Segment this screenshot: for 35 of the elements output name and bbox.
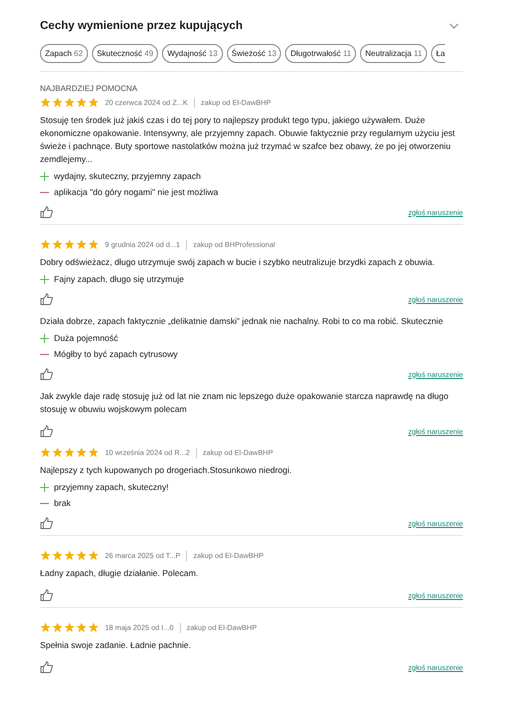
thumbs-up-icon[interactable] xyxy=(40,661,53,673)
review-text: Działa dobrze, zapach faktycznie „delikatnie damski” jednak nie nachalny. Robi to co ma robić. Skutecznie xyxy=(40,315,444,328)
review-text: Jak zwykle daje radę stosuję już od lat nie znam nic lepszego duże opakowanie starcza naprawdę na długo stosuję w obuwiu wojskowym polecam xyxy=(40,390,450,416)
helpful-label: NAJBARDZIEJ POMOCNA xyxy=(40,84,138,93)
pro-text: Duża pojemność xyxy=(54,333,118,343)
pro-text: wydajny, skuteczny, przyjemny zapach xyxy=(54,171,201,181)
filter-chip[interactable]: Świeżość 13 xyxy=(226,44,282,63)
con-text: aplikacja "do góry nogami" nie jest możliwa xyxy=(54,187,218,197)
chevron-icon[interactable] xyxy=(449,23,459,29)
plus-icon xyxy=(40,482,49,492)
pro-text: Fajny zapach, długo się utrzymuje xyxy=(54,274,184,284)
con-text: brak xyxy=(54,498,71,508)
filter-chip[interactable]: Ła xyxy=(431,44,445,63)
review-text: Dobry odświeżacz, długo utrzymuje swój zapach w bucie i szybko neutralizuje brzydki zapach z obuwia. xyxy=(40,256,436,269)
plus-icon xyxy=(40,172,49,180)
thumbs-up-icon[interactable] xyxy=(40,589,53,601)
pro-text: przyjemny zapach, skuteczny! xyxy=(54,482,169,492)
thumbs-up-icon[interactable] xyxy=(40,206,53,218)
thumbs-up-icon[interactable] xyxy=(40,368,53,380)
filter-chip[interactable]: Skuteczność 49 xyxy=(92,44,158,63)
plus-icon xyxy=(40,274,49,284)
thumbs-up-icon[interactable] xyxy=(40,425,53,437)
filter-chip[interactable]: Wydajność 13 xyxy=(162,44,223,63)
thumbs-up-icon[interactable] xyxy=(40,517,53,529)
review-text: Spełnia swoje zadanie. Ładnie pachnie. xyxy=(40,639,192,652)
thumbs-up-icon[interactable] xyxy=(40,293,53,305)
review-text: Ładny zapach, długie działanie. Polecam. xyxy=(40,567,200,580)
filter-chip[interactable]: Zapach 62 xyxy=(40,44,88,63)
plus-icon xyxy=(40,334,49,342)
review-text: Najlepszy z tych kupowanych po drogeriach.Stosunkowo niedrogi. xyxy=(40,464,293,477)
filter-chip[interactable]: Długotrwałość 11 xyxy=(285,44,356,63)
con-text: Mógłby to być zapach cytrusowy xyxy=(54,349,178,359)
section-title: Cechy wymienione przez kupujących xyxy=(40,20,243,32)
filter-chip[interactable]: Neutralizacja 11 xyxy=(360,44,428,63)
review-text: Stosuję ten środek już jakiś czas i do tej pory to najlepszy produkt tego typu, jakiego używałem. Duże ekonomiczne opakowanie. Intensywny, ale przyjemny zapach. Obuwie faktycznie przy regularnym użyciu jest świeże i pachnące. Buty sportowe nastolatków można już trzymać w szafce bez obawy, że po jej otworzeniu zemdlejemy... xyxy=(40,114,456,166)
